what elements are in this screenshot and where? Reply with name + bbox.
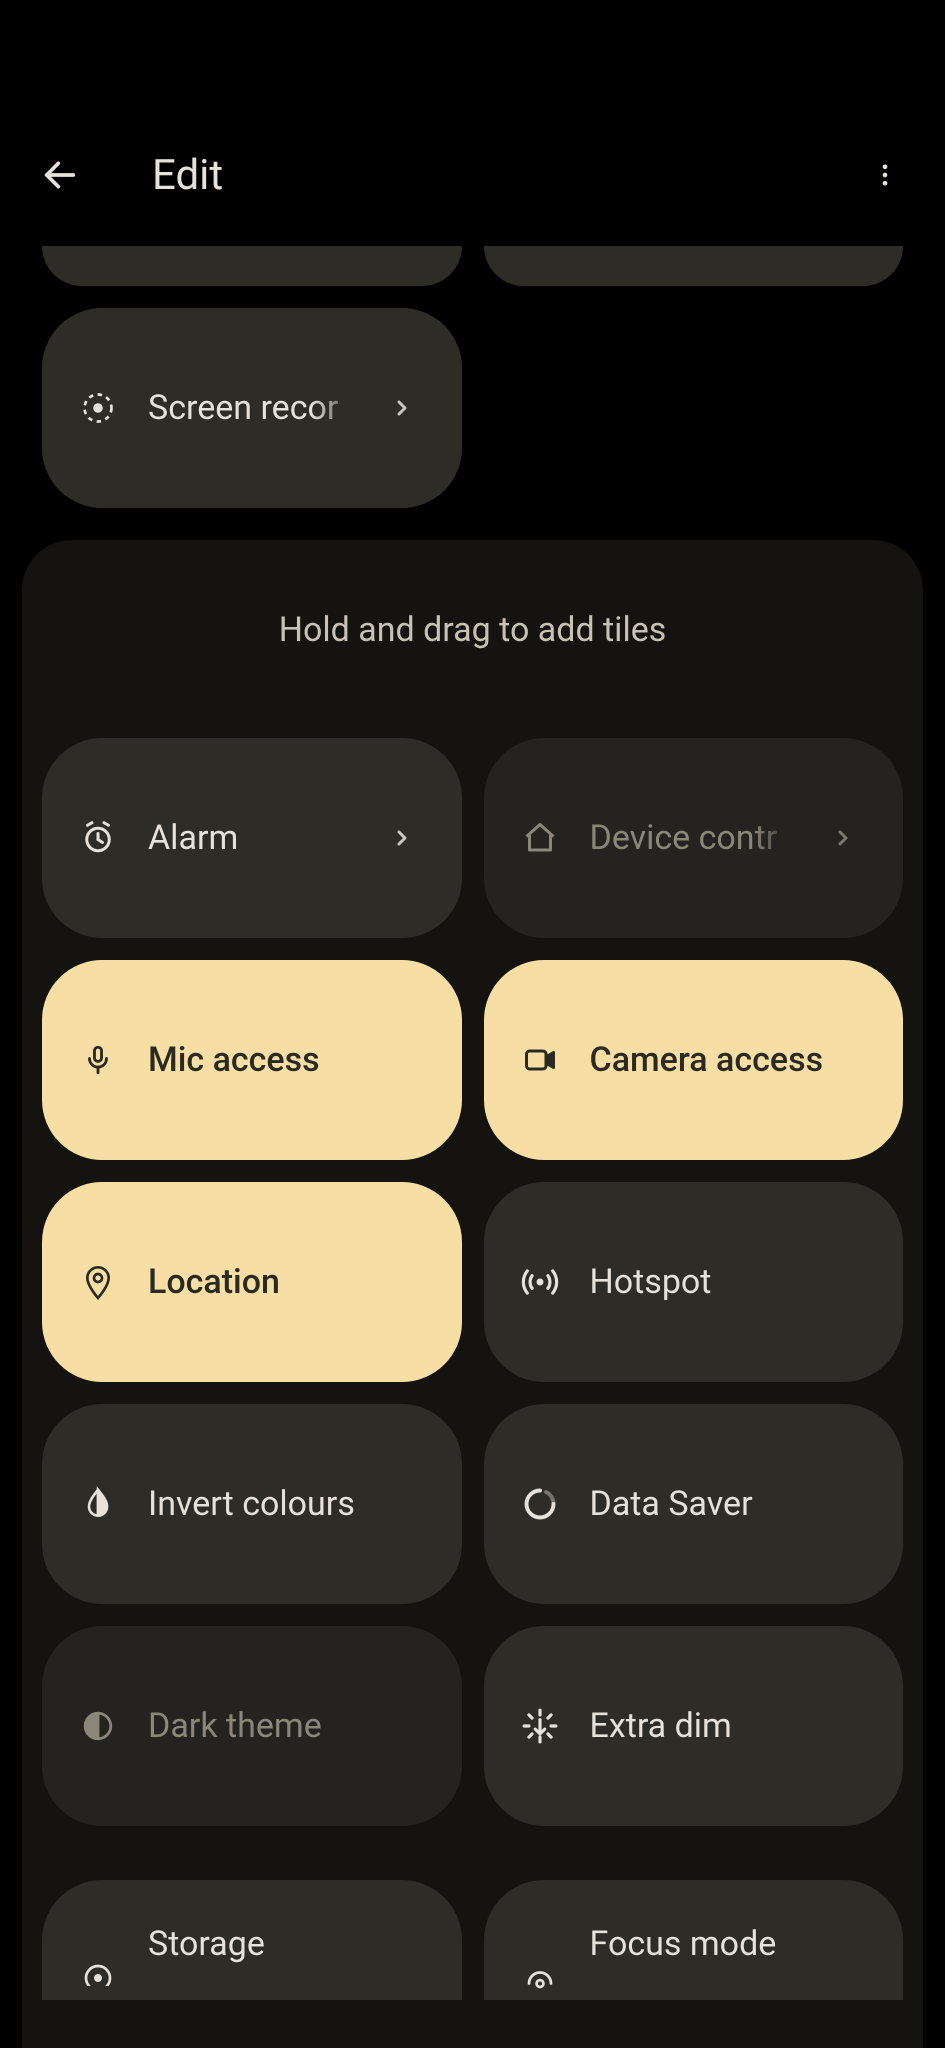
- available-tiles-panel: Hold and drag to add tiles Alarm: [22, 540, 923, 2048]
- location-icon: [78, 1262, 118, 1302]
- extra-dim-icon: [520, 1706, 560, 1746]
- tile-label: Device contr: [590, 818, 800, 858]
- tile-focus-mode[interactable]: Focus mode: [484, 1880, 904, 2000]
- back-button[interactable]: [28, 143, 92, 207]
- tile-alarm[interactable]: Alarm: [42, 738, 462, 938]
- panel-hint: Hold and drag to add tiles: [42, 610, 903, 650]
- storage-icon: [78, 1954, 118, 1994]
- invert-colours-icon: [78, 1484, 118, 1524]
- tile-label: Mic access: [148, 1040, 426, 1080]
- focus-mode-icon: [520, 1958, 560, 1998]
- tile-dark-theme[interactable]: Dark theme: [42, 1626, 462, 1826]
- tile-data-saver[interactable]: Data Saver: [484, 1404, 904, 1604]
- data-saver-icon: [520, 1484, 560, 1524]
- chevron-right-icon: [829, 824, 857, 852]
- chevron-right-icon: [388, 824, 416, 852]
- tile-screen-record[interactable]: Screen recor: [42, 308, 462, 508]
- arrow-left-icon: [40, 155, 80, 195]
- screen-record-icon: [78, 388, 118, 428]
- tile-label: Alarm: [148, 818, 358, 858]
- alarm-icon: [78, 818, 118, 858]
- tile-extra-dim[interactable]: Extra dim: [484, 1626, 904, 1826]
- tile-invert-colours[interactable]: Invert colours: [42, 1404, 462, 1604]
- tile-label: Data Saver: [590, 1484, 868, 1524]
- more-vert-icon: [871, 161, 899, 189]
- section-spacer: [42, 1826, 903, 1880]
- active-tiles-row: Screen recor: [0, 308, 945, 508]
- tile-storage[interactable]: Storage: [42, 1880, 462, 2000]
- active-tile-partial-right[interactable]: [484, 246, 904, 286]
- tile-hotspot[interactable]: Hotspot: [484, 1182, 904, 1382]
- page-title: Edit: [152, 151, 223, 200]
- tile-camera-access[interactable]: Camera access: [484, 960, 904, 1160]
- overflow-menu-button[interactable]: [853, 143, 917, 207]
- tile-label: Hotspot: [590, 1262, 868, 1302]
- tile-device-controls[interactable]: Device contr: [484, 738, 904, 938]
- app-header: Edit: [0, 110, 945, 240]
- tile-location[interactable]: Location: [42, 1182, 462, 1382]
- tile-label: Storage: [148, 1924, 426, 1964]
- tile-label: Camera access: [590, 1040, 868, 1080]
- mic-icon: [78, 1040, 118, 1080]
- tile-label: Invert colours: [148, 1484, 426, 1524]
- active-tile-partial-left[interactable]: [42, 246, 462, 286]
- tile-label: Focus mode: [590, 1924, 868, 1964]
- available-tiles-grid: Alarm Device contr: [42, 738, 903, 1826]
- tile-label: Location: [148, 1262, 426, 1302]
- chevron-right-icon: [388, 394, 416, 422]
- hotspot-icon: [520, 1262, 560, 1302]
- screen-root: Edit Screen recor: [0, 110, 945, 2048]
- home-icon: [520, 818, 560, 858]
- dark-theme-icon: [78, 1706, 118, 1746]
- tile-mic-access[interactable]: Mic access: [42, 960, 462, 1160]
- camera-icon: [520, 1040, 560, 1080]
- tile-label: Extra dim: [590, 1706, 868, 1746]
- available-tiles-grid-2: Storage Focus mode: [42, 1880, 903, 2000]
- tile-label: Dark theme: [148, 1706, 426, 1746]
- active-tiles-partial-row: [0, 246, 945, 286]
- tile-label: Screen recor: [148, 388, 358, 428]
